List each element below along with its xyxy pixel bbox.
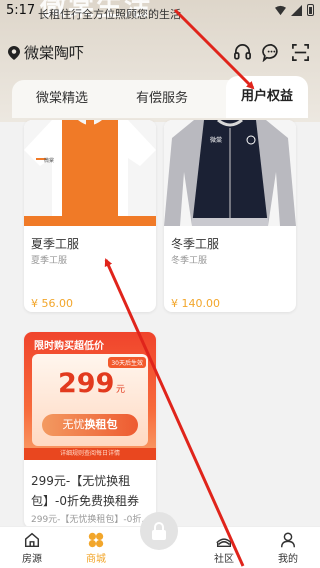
tab-user-benefits[interactable]: 用户权益 — [226, 76, 308, 118]
tab-paid-services[interactable]: 有偿服务 — [122, 80, 202, 118]
promo-banner-image: 限时购买超低价 30天后生效 299 元 无忧换租包 详细规则查阅每日详情 — [24, 332, 156, 460]
promo-box: 30天后生效 299 元 无忧换租包 — [32, 354, 148, 446]
status-bar: 5:17 — [0, 0, 320, 22]
home-icon — [24, 532, 40, 548]
promo-footer: 详细规则查阅每日详情 — [24, 448, 156, 460]
mall-icon — [88, 532, 104, 548]
status-icons — [275, 4, 314, 16]
nav-item-profile[interactable]: 我的 — [268, 531, 308, 565]
price-decimal: .00 — [55, 297, 74, 310]
header-actions — [233, 43, 310, 62]
price-integer: 56 — [41, 297, 56, 310]
product-subtitle: 299元-【无忧换租包】-0折... — [31, 515, 150, 525]
promo-pill-bold: 换租包 — [84, 418, 118, 431]
location-name: 微棠陶吓 — [24, 44, 85, 62]
promo-tag: 30天后生效 — [108, 357, 146, 368]
nav-label: 商城 — [86, 554, 106, 565]
product-title-line2: 包】-0折免费换租券 — [31, 494, 139, 508]
nav-item-home[interactable]: 房源 — [12, 531, 52, 565]
category-tabs: 微棠精选 有偿服务 用户权益 — [12, 76, 308, 118]
tab-selected[interactable]: 微棠精选 — [22, 80, 102, 118]
battery-icon — [307, 4, 314, 16]
signal-icon — [291, 4, 302, 16]
product-title-line1: 299元-【无忧换租 — [31, 474, 131, 488]
product-price: ¥ 56.00 — [31, 297, 73, 310]
location-pin-icon — [8, 45, 20, 60]
lock-icon — [152, 522, 166, 540]
product-subtitle: 冬季工服 — [171, 256, 208, 266]
nav-label: 我的 — [278, 554, 298, 565]
profile-icon — [280, 532, 296, 548]
jacket-logo: 微棠 — [210, 136, 222, 144]
headset-icon[interactable] — [233, 43, 252, 62]
promo-unit: 元 — [116, 385, 126, 395]
product-grid: 微棠 夏季工服 夏季工服 ¥ 56.00 微棠 冬季工服 冬季工服 ¥ 140.… — [0, 118, 320, 528]
nav-label: 社区 — [214, 554, 234, 565]
product-card[interactable]: 限时购买超低价 30天后生效 299 元 无忧换租包 详细规则查阅每日详情 29… — [24, 332, 156, 528]
svg-text:微棠: 微棠 — [44, 157, 54, 164]
promo-pill: 无忧换租包 — [42, 414, 138, 436]
jacket-image: 微棠 — [164, 120, 296, 226]
nav-item-community[interactable]: 社区 — [204, 531, 244, 565]
promo-amount: 299 — [58, 368, 115, 399]
lock-button[interactable] — [140, 512, 178, 550]
wifi-icon — [275, 5, 286, 15]
status-time: 5:17 — [6, 3, 36, 18]
product-title: 夏季工服 — [31, 237, 80, 251]
price-integer: 140 — [181, 297, 203, 310]
community-icon — [216, 538, 232, 548]
scan-icon[interactable] — [291, 43, 310, 62]
product-card[interactable]: 微棠 冬季工服 冬季工服 ¥ 140.00 — [164, 120, 296, 312]
price-symbol: ¥ — [171, 297, 178, 310]
product-card[interactable]: 微棠 夏季工服 夏季工服 ¥ 56.00 — [24, 120, 156, 312]
nav-item-mall[interactable]: 商城 — [76, 531, 116, 565]
price-symbol: ¥ — [31, 297, 38, 310]
product-subtitle: 夏季工服 — [31, 256, 68, 266]
promo-headline: 限时购买超低价 — [34, 341, 104, 352]
product-price: ¥ 140.00 — [171, 297, 220, 310]
location-selector[interactable]: 微棠陶吓 — [8, 42, 84, 63]
chat-icon[interactable] — [262, 43, 281, 62]
product-title: 冬季工服 — [171, 237, 220, 251]
nav-label: 房源 — [22, 554, 42, 565]
promo-pill-prefix: 无忧 — [62, 418, 85, 431]
price-decimal: .00 — [202, 297, 221, 310]
tshirt-image: 微棠 — [24, 120, 156, 226]
